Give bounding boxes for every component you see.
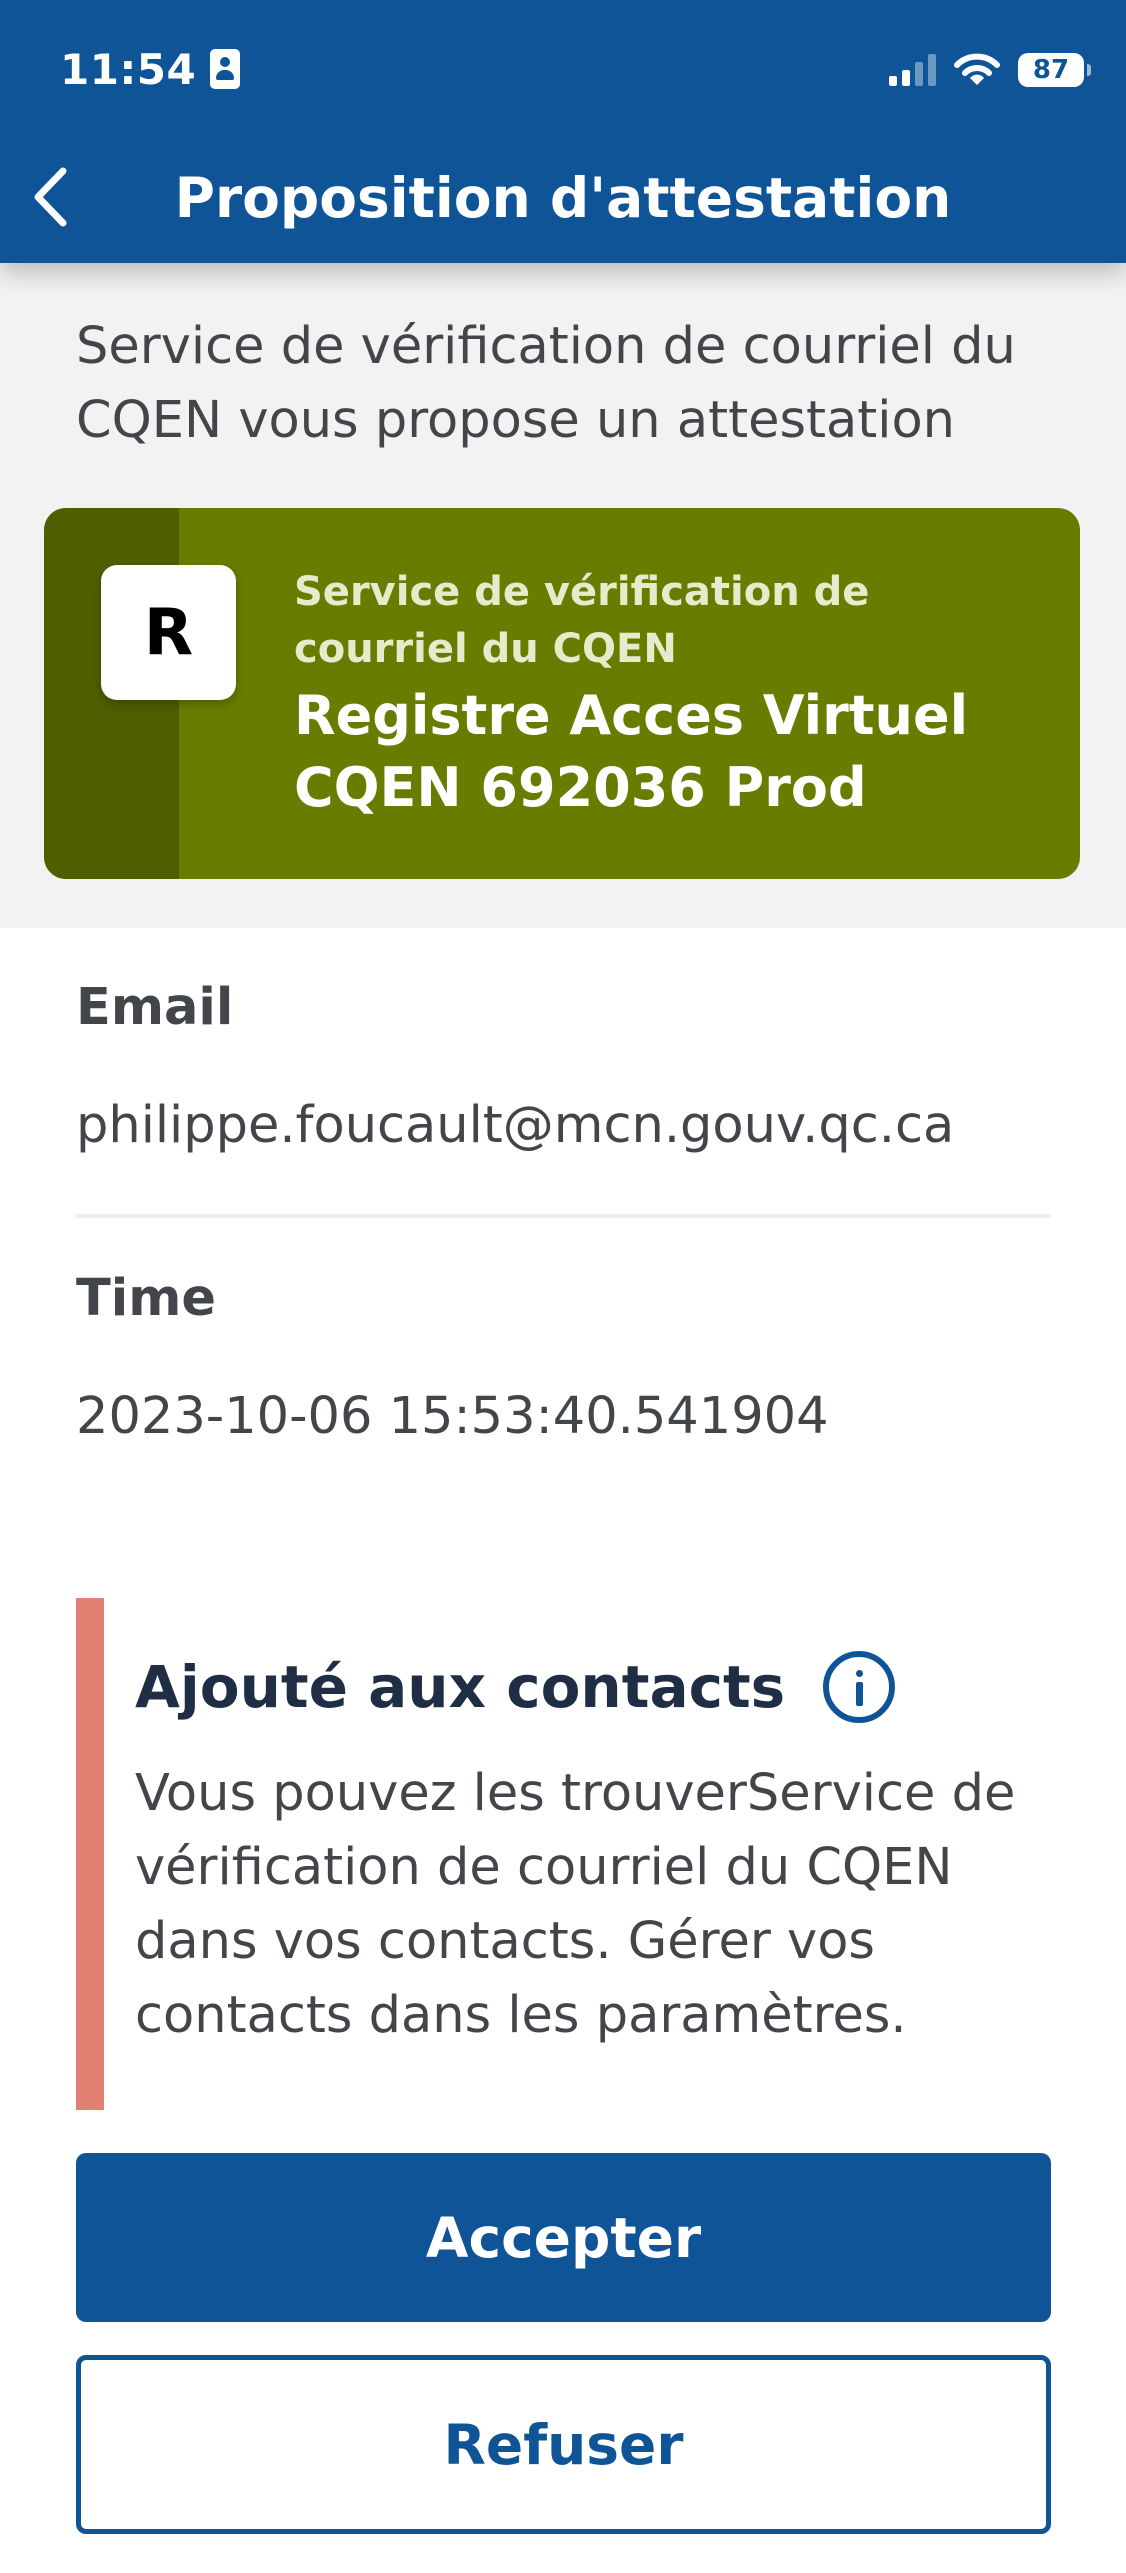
refuse-button[interactable]: Refuser — [76, 2355, 1051, 2534]
battery-icon: 87 — [1018, 53, 1091, 87]
callout-title: Ajouté aux contacts — [135, 1653, 786, 1721]
contact-card-icon — [210, 49, 241, 89]
cellular-signal-icon — [889, 54, 936, 86]
status-time: 11:54 — [60, 44, 197, 94]
accept-button[interactable]: Accepter — [76, 2153, 1051, 2322]
callout-header: Ajouté aux contacts — [135, 1646, 896, 1728]
status-bar-left: 11:54 — [60, 44, 241, 94]
callout-accent-bar — [76, 1598, 104, 2110]
credential-name: Registre Acces Virtuel CQEN 692036 Prod — [294, 684, 969, 819]
credential-issuer: Service de vérification de courriel du C… — [294, 569, 870, 672]
attribute-divider — [76, 1214, 1051, 1218]
attribute-value-time: 2023-10-06 15:53:40.541904 — [76, 1387, 829, 1446]
page-title: Proposition d'attestation — [174, 166, 952, 230]
info-icon[interactable] — [823, 1651, 896, 1723]
attribute-label-email: Email — [76, 978, 234, 1037]
credential-card: R Service de vérification de courriel du… — [44, 508, 1080, 879]
app-header: 11:54 87 Proposition d'attestation — [0, 0, 1126, 263]
callout-body: Vous pouvez les trouverService de vérifi… — [135, 1764, 1016, 2045]
credential-logo: R — [101, 565, 236, 700]
attribute-label-time: Time — [76, 1269, 217, 1328]
battery-level: 87 — [1032, 55, 1070, 85]
status-bar-right: 87 — [889, 48, 1091, 92]
attribute-value-email: philippe.foucault@mcn.gouv.qc.ca — [76, 1096, 955, 1155]
offer-intro-text: Service de vérification de courriel du C… — [76, 317, 1016, 450]
wifi-icon — [954, 53, 1000, 85]
